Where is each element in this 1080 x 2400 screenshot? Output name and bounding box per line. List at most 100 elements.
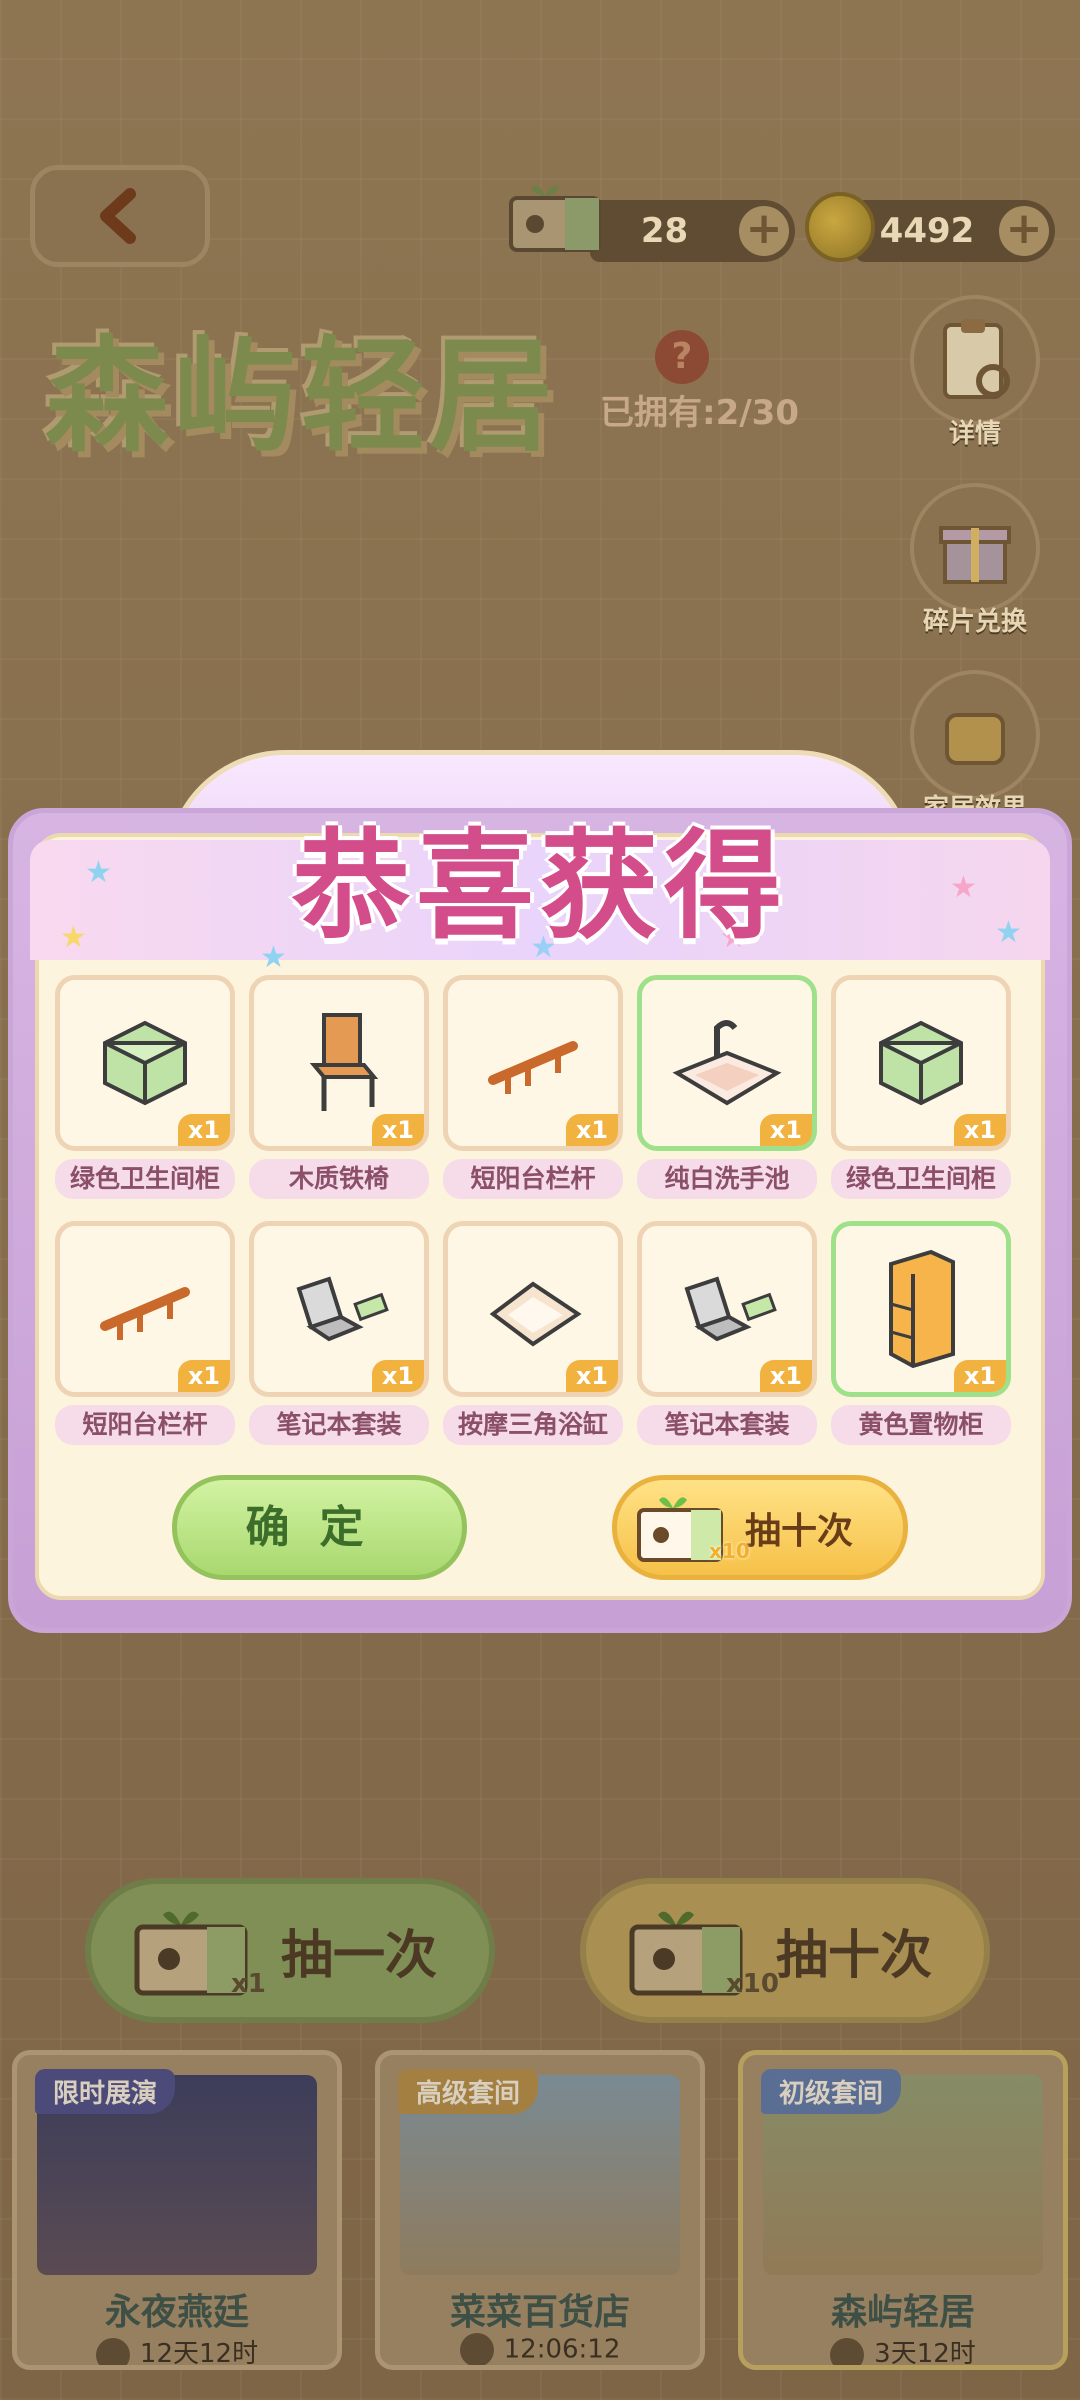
railing-icon [100,1287,190,1340]
reward-item[interactable]: x1 短阳台栏杆 [55,1221,235,1445]
reward-qty: x1 [953,1114,1006,1146]
modal-title: 恭喜获得 [291,817,788,955]
suite-name: 菜菜百货店 [449,2292,630,2333]
suite-name: 永夜燕廷 [104,2292,249,2333]
reward-item[interactable]: x1 笔记本套装 [637,1221,817,1445]
reward-item-frame: x1 [831,975,1011,1151]
furniture-effect-icon [945,713,1005,765]
suite-card[interactable]: 初级套间 森屿轻居 3天12时 [738,2050,1068,2370]
reward-grid: x1 绿色卫生间柜 x1 木质铁椅 x1 短阳台栏杆 x1 纯白洗手池 x1 绿… [55,975,1025,1445]
bathtub-icon [489,1281,582,1347]
reward-qty: x1 [177,1360,230,1392]
confirm-button[interactable]: 确定 [172,1475,467,1580]
suite-timer-text: 3天12时 [874,2339,976,2369]
reward-item[interactable]: x1 纯白洗手池 [637,975,817,1199]
clock-icon [459,2333,494,2365]
modal-draw-ten-multiplier: x10 [709,1539,750,1563]
reward-qty: x1 [565,1360,618,1392]
green-cabinet-icon [879,1020,963,1106]
clock-icon [830,2337,865,2365]
draw-ten-label: 抽十次 [776,1926,933,1986]
coin-count: 4492 [879,211,975,251]
ticket-counter: 28 + [590,200,795,262]
reward-name: 笔记本套装 [249,1405,429,1445]
reward-item-frame: x1 [443,1221,623,1397]
reward-qty: x1 [759,1114,812,1146]
yellow-cabinet-icon [889,1249,955,1369]
draw-once-button[interactable]: x1 抽一次 [85,1878,495,2023]
reward-item[interactable]: x1 木质铁椅 [249,975,429,1199]
reward-name: 按摩三角浴缸 [443,1405,623,1445]
coin-icon [805,192,875,262]
details-button[interactable]: 详情 [910,295,1040,450]
reward-item[interactable]: x1 绿色卫生间柜 [831,975,1011,1199]
suite-tag: 高级套间 [398,2069,539,2114]
reward-name: 绿色卫生间柜 [831,1159,1011,1199]
reward-item-frame: x1 [55,1221,235,1397]
suite-timer-text: 12天12时 [139,2339,259,2369]
laptop-icon [684,1276,777,1342]
reward-name: 纯白洗手池 [637,1159,817,1199]
modal-draw-ten-label: 抽十次 [745,1510,854,1552]
reward-item-frame: x1 [55,975,235,1151]
reward-item[interactable]: x1 绿色卫生间柜 [55,975,235,1199]
chair-icon [309,1013,379,1111]
reward-name: 笔记本套装 [637,1405,817,1445]
reward-qty: x1 [759,1360,812,1392]
green-cabinet-icon [103,1020,187,1106]
reward-item[interactable]: x1 短阳台栏杆 [443,975,623,1199]
ticket-count: 28 [640,211,689,251]
draw-ten-multiplier: x10 [726,1969,779,1999]
reward-qty: x1 [177,1114,230,1146]
exchange-label: 碎片兑换 [922,607,1027,637]
exchange-button[interactable]: 碎片兑换 [910,483,1040,638]
reward-qty: x1 [371,1114,424,1146]
draw-once-label: 抽一次 [281,1926,438,1986]
ticket-icon [509,185,601,252]
reward-item-frame: x1 [831,1221,1011,1397]
coin-counter: 4492 + [855,200,1055,262]
suite-tag: 限时展演 [35,2069,176,2114]
railing-icon [488,1041,578,1094]
modal-draw-ten-button[interactable]: x10 抽十次 [612,1475,908,1580]
draw-once-multiplier: x1 [231,1969,266,1999]
suite-timer: 12:06:12 [380,2333,700,2365]
add-ticket-button[interactable]: + [739,206,789,256]
reward-item-frame: x1 [249,1221,429,1397]
clock-icon [95,2337,130,2365]
reward-qty: x1 [565,1114,618,1146]
reward-name: 短阳台栏杆 [55,1405,235,1445]
details-label: 详情 [948,419,1001,449]
reward-item-frame: x1 [249,975,429,1151]
laptop-icon [296,1276,389,1342]
banner-title: 森屿轻居 [45,325,558,469]
sink-icon [672,1020,782,1106]
reward-item[interactable]: x1 笔记本套装 [249,1221,429,1445]
reward-item-frame: x1 [637,975,817,1151]
draw-ten-button[interactable]: x10 抽十次 [580,1878,990,2023]
reward-item[interactable]: x1 按摩三角浴缸 [443,1221,623,1445]
clipboard-icon [943,319,1010,399]
reward-qty: x1 [953,1360,1006,1392]
add-coin-button[interactable]: + [999,206,1049,256]
reward-name: 短阳台栏杆 [443,1159,623,1199]
suite-timer-text: 12:06:12 [503,2334,621,2365]
help-button[interactable]: ? [655,330,709,384]
gift-icon [939,526,1011,584]
chevron-left-icon [100,188,136,244]
reward-item-frame: x1 [443,975,623,1151]
suite-tag: 初级套间 [761,2069,902,2114]
suite-card[interactable]: 高级套间 菜菜百货店 12:06:12 [375,2050,705,2370]
reward-name: 黄色置物柜 [831,1405,1011,1445]
suite-name: 森屿轻居 [830,2292,975,2333]
reward-name: 绿色卫生间柜 [55,1159,235,1199]
reward-qty: x1 [371,1360,424,1392]
back-button[interactable] [30,165,210,267]
suite-card[interactable]: 限时展演 永夜燕廷 12天12时 [12,2050,342,2370]
owned-count: 已拥有:2/30 [600,393,799,433]
reward-item-frame: x1 [637,1221,817,1397]
suite-timer: 3天12时 [743,2333,1063,2369]
reward-name: 木质铁椅 [249,1159,429,1199]
suite-timer: 12天12时 [17,2333,337,2369]
reward-item[interactable]: x1 黄色置物柜 [831,1221,1011,1445]
